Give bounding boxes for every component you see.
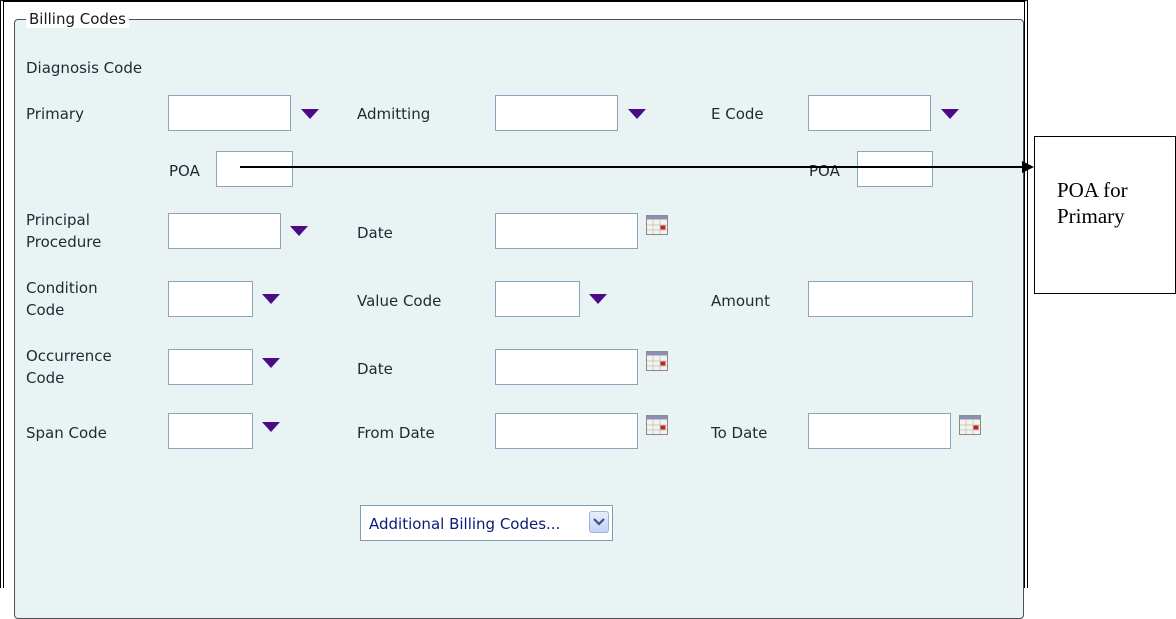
callout-text: POA for Primary: [1057, 178, 1128, 228]
annotation-arrow: [240, 161, 1034, 173]
callout-box: POA for Primary: [1034, 136, 1176, 294]
